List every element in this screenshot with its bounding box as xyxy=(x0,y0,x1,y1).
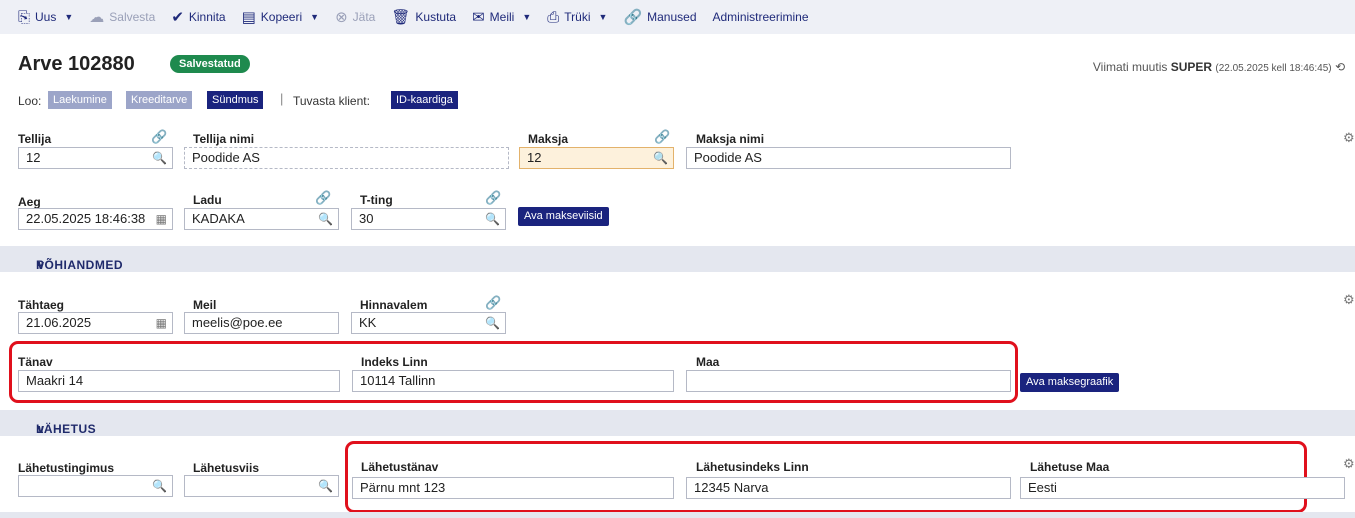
copy-button[interactable]: ▤ Kopeeri ▼ xyxy=(242,10,319,25)
tahtaeg-input[interactable]: 21.06.2025 ▦ xyxy=(18,312,173,334)
tahtaeg-label: Tähtaeg xyxy=(18,298,65,312)
search-icon[interactable]: 🔍 xyxy=(653,148,668,168)
page-title: Arve 102880 xyxy=(18,53,135,75)
lahetusindeks-linn-label: Lähetusindeks Linn xyxy=(696,460,809,474)
maksja-input[interactable]: 12 🔍 xyxy=(519,147,674,169)
section-footer-divider xyxy=(0,512,1355,518)
lahetustanav-input[interactable]: Pärnu mnt 123 xyxy=(352,477,674,499)
tellija-nimi-input[interactable]: Poodide AS xyxy=(184,147,509,169)
section-shipping[interactable]: ∨ LÄHETUS xyxy=(0,410,1355,436)
new-document-icon: ⎘ xyxy=(18,8,31,26)
maa-input[interactable] xyxy=(686,370,1011,392)
cloud-upload-icon: ☁ xyxy=(89,8,105,26)
create-payment-button[interactable]: Laekumine xyxy=(48,91,112,109)
lahetustingimus-input[interactable]: 🔍 xyxy=(18,475,173,497)
chevron-down-icon: ▼ xyxy=(64,12,74,22)
divider: | xyxy=(280,91,284,106)
link-icon[interactable]: 🔗 xyxy=(485,295,501,311)
link-icon[interactable]: 🔗 xyxy=(485,190,501,206)
t-ting-label: T-ting xyxy=(360,193,393,207)
attachments-button[interactable]: 🔗 Manused xyxy=(623,10,696,25)
lahetusindeks-linn-input[interactable]: 12345 Narva xyxy=(686,477,1011,499)
maksja-nimi-input[interactable]: Poodide AS xyxy=(686,147,1011,169)
history-icon[interactable]: ⟲ xyxy=(1335,60,1345,74)
delete-button[interactable]: 🗑 Kustuta xyxy=(391,10,456,25)
print-button[interactable]: ⎙ Trüki ▼ xyxy=(547,10,607,25)
hinnavalem-input[interactable]: KK 🔍 xyxy=(351,312,506,334)
maa-label: Maa xyxy=(696,355,720,369)
lahetustanav-label: Lähetustänav xyxy=(361,460,439,474)
link-icon[interactable]: 🔗 xyxy=(315,190,331,206)
maksja-label: Maksja xyxy=(528,132,569,146)
chevron-down-icon: ▼ xyxy=(310,12,320,22)
wrench-icon[interactable]: ⚙ xyxy=(1343,130,1355,146)
lahetusviis-label: Lähetusviis xyxy=(193,461,260,475)
checkmark-icon: ✔ xyxy=(171,8,184,26)
indeks-linn-input[interactable]: 10114 Tallinn xyxy=(352,370,674,392)
copy-icon: ▤ xyxy=(241,8,256,26)
link-icon[interactable]: 🔗 xyxy=(654,129,670,145)
maksja-nimi-label: Maksja nimi xyxy=(696,132,765,146)
calendar-icon[interactable]: ▦ xyxy=(156,209,167,229)
tellija-nimi-label: Tellija nimi xyxy=(193,132,255,146)
paperclip-icon: 🔗 xyxy=(623,8,643,26)
envelope-icon: ✉ xyxy=(472,8,485,26)
indeks-linn-label: Indeks Linn xyxy=(361,355,428,369)
search-icon[interactable]: 🔍 xyxy=(152,476,167,496)
search-icon[interactable]: 🔍 xyxy=(318,476,333,496)
search-icon[interactable]: 🔍 xyxy=(485,313,500,333)
tanav-input[interactable]: Maakri 14 xyxy=(18,370,340,392)
lahetuse-maa-input[interactable]: Eesti xyxy=(1020,477,1345,499)
email-button[interactable]: ✉ Meili ▼ xyxy=(472,10,531,25)
status-badge: Salvestatud xyxy=(170,55,250,73)
t-ting-input[interactable]: 30 🔍 xyxy=(351,208,506,230)
tanav-label: Tänav xyxy=(18,355,53,369)
lahetuse-maa-label: Lähetuse Maa xyxy=(1030,460,1110,474)
search-icon[interactable]: 🔍 xyxy=(485,209,500,229)
confirm-button[interactable]: ✔ Kinnita xyxy=(171,10,225,25)
ladu-label: Ladu xyxy=(193,193,222,207)
save-button[interactable]: ☁ Salvesta xyxy=(89,10,155,25)
new-button[interactable]: ⎘ Uus ▼ xyxy=(18,10,73,25)
open-payment-schedule-button[interactable]: Ava maksegraafik xyxy=(1020,373,1120,392)
search-icon[interactable]: 🔍 xyxy=(152,148,167,168)
aeg-label: Aeg xyxy=(18,195,41,209)
cancel-circle-icon: ⊗ xyxy=(335,8,348,26)
link-icon[interactable]: 🔗 xyxy=(151,129,167,145)
id-card-button[interactable]: ID-kaardiga xyxy=(391,91,458,109)
wrench-icon[interactable]: ⚙ xyxy=(1343,456,1355,472)
trash-icon: 🗑 xyxy=(391,8,411,26)
toolbar: ⎘ Uus ▼ ☁ Salvesta ✔ Kinnita ▤ Kopeeri ▼ ⊗ Jäta… xyxy=(0,0,1355,34)
chevron-down-icon: ▼ xyxy=(522,12,532,22)
printer-icon: ⎙ xyxy=(547,8,560,26)
lahetustingimus-label: Lähetustingimus xyxy=(18,461,115,475)
tellija-input[interactable]: 12 🔍 xyxy=(18,147,173,169)
admin-button[interactable]: Administreerimine xyxy=(713,10,809,24)
meil-label: Meil xyxy=(193,298,217,312)
section-main[interactable]: ∨ PÕHIANDMED xyxy=(0,246,1355,272)
chevron-down-icon: ▼ xyxy=(598,12,608,22)
create-event-button[interactable]: Sündmus xyxy=(207,91,264,109)
meil-input[interactable]: meelis@poe.ee xyxy=(184,312,339,334)
open-payment-methods-button[interactable]: Ava makseviisid xyxy=(518,207,609,226)
identify-client-label: Tuvasta klient: xyxy=(293,94,370,108)
search-icon[interactable]: 🔍 xyxy=(318,209,333,229)
last-modified: Viimati muutis SUPER (22.05.2025 kell 18… xyxy=(1092,60,1345,74)
calendar-icon[interactable]: ▦ xyxy=(156,313,167,333)
tellija-label: Tellija xyxy=(18,132,52,146)
create-label: Loo: xyxy=(18,94,42,108)
ladu-input[interactable]: KADAKA 🔍 xyxy=(184,208,339,230)
aeg-input[interactable]: 22.05.2025 18:46:38 ▦ xyxy=(18,208,173,230)
lahetusviis-input[interactable]: 🔍 xyxy=(184,475,339,497)
wrench-icon[interactable]: ⚙ xyxy=(1343,292,1355,308)
hinnavalem-label: Hinnavalem xyxy=(360,298,428,312)
leave-button[interactable]: ⊗ Jäta xyxy=(335,10,375,25)
create-credit-invoice-button[interactable]: Kreeditarve xyxy=(126,91,193,109)
